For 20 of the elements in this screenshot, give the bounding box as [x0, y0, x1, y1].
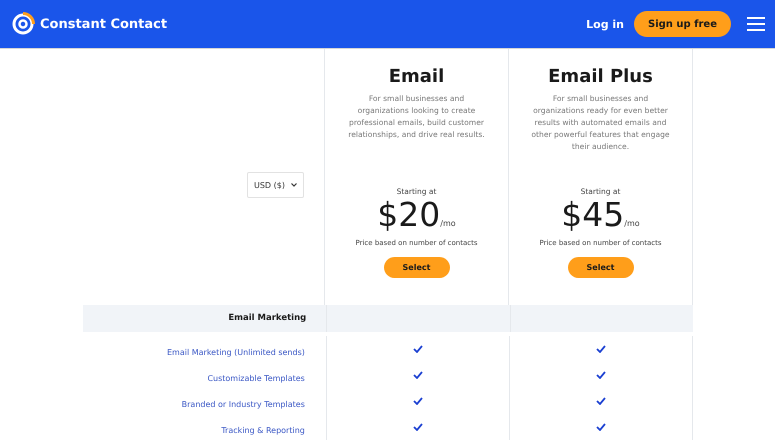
chevron-down-icon: [291, 183, 297, 187]
currency-select[interactable]: USD ($): [247, 172, 304, 198]
select-button[interactable]: Select: [384, 257, 450, 278]
login-link[interactable]: Log in: [586, 18, 624, 30]
feature-link[interactable]: Branded or Industry Templates: [182, 400, 305, 408]
feature-link[interactable]: Tracking & Reporting: [221, 426, 305, 434]
brand-name[interactable]: Constant Contact: [40, 16, 168, 32]
sign-up-button[interactable]: Sign up free: [634, 11, 731, 37]
plan-name: Email Plus: [548, 66, 653, 87]
menu-icon[interactable]: [747, 17, 765, 31]
logo-icon: [11, 12, 35, 36]
price: $45: [561, 197, 624, 233]
select-button[interactable]: Select: [568, 257, 634, 278]
plan-name: Email: [388, 66, 444, 87]
price-unit: /mo: [440, 219, 456, 228]
feature-link[interactable]: Customizable Templates: [207, 374, 305, 382]
price-unit: /mo: [624, 219, 640, 228]
price: $20: [377, 197, 440, 233]
feature-link[interactable]: Email Marketing (Unlimited sends): [166, 348, 305, 356]
section-heading: Email Marketing: [227, 312, 308, 325]
